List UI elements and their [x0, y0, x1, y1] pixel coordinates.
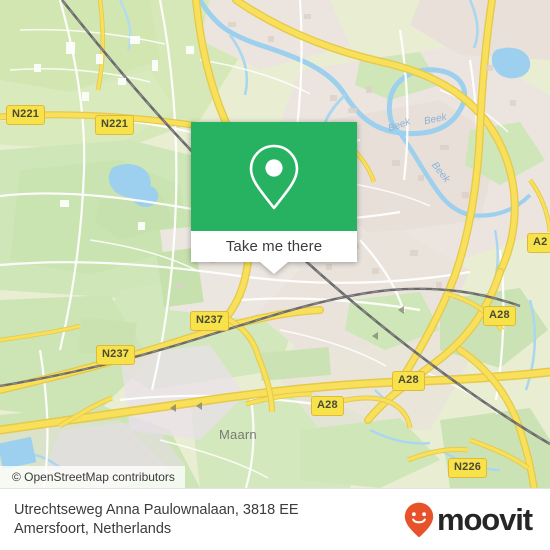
callout-footer[interactable]: Take me there: [191, 231, 357, 262]
road-shield: A28: [392, 371, 425, 391]
map-pin-icon: [246, 142, 302, 212]
road-shield: N221: [95, 115, 135, 135]
road-shield: N221: [6, 105, 46, 125]
road-shield: A28: [483, 306, 516, 326]
moovit-logo[interactable]: moovit: [404, 502, 536, 538]
road-shield: N237: [190, 311, 230, 331]
road-shield: N226: [448, 458, 488, 478]
moovit-pin-smiley-icon: [404, 502, 434, 538]
moovit-map-screen: N221 N221 N237 N237 A28 A28 A28 A2 N226 …: [0, 0, 550, 550]
map-canvas[interactable]: N221 N221 N237 N237 A28 A28 A28 A2 N226 …: [0, 0, 550, 488]
road-shield: A28: [311, 396, 344, 416]
callout-pointer-tail: [260, 262, 288, 274]
map-attribution: © OpenStreetMap contributors: [0, 466, 185, 488]
callout-header: [191, 122, 357, 231]
take-me-there-label: Take me there: [225, 238, 323, 255]
attribution-text: © OpenStreetMap contributors: [12, 470, 175, 484]
address-line-2: Amersfoort, Netherlands: [14, 520, 172, 537]
address-block: Utrechtseweg Anna Paulownalaan, 3818 EE …: [14, 501, 299, 539]
road-shield: A2: [527, 233, 550, 253]
moovit-wordmark: moovit: [436, 502, 533, 537]
location-callout-card[interactable]: Take me there: [191, 122, 357, 274]
bottom-info-bar: Utrechtseweg Anna Paulownalaan, 3818 EE …: [0, 488, 550, 550]
road-shield: N237: [96, 345, 136, 365]
address-line-1: Utrechtseweg Anna Paulownalaan, 3818 EE: [14, 501, 299, 518]
